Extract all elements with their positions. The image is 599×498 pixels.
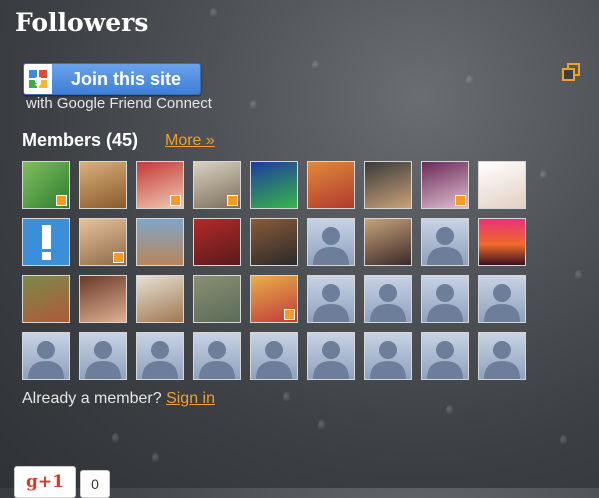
member-avatar[interactable]: [478, 332, 526, 380]
member-avatar[interactable]: [193, 218, 241, 266]
member-avatar[interactable]: [193, 332, 241, 380]
member-avatar[interactable]: [421, 161, 469, 209]
member-avatar[interactable]: [364, 218, 412, 266]
join-subtext: with Google Friend Connect: [26, 95, 212, 112]
member-avatar[interactable]: [22, 161, 70, 209]
member-avatar[interactable]: [307, 218, 355, 266]
member-avatar[interactable]: [22, 218, 70, 266]
member-avatar[interactable]: [79, 161, 127, 209]
member-badge-icon: [56, 195, 67, 206]
member-avatar[interactable]: [250, 218, 298, 266]
member-avatar[interactable]: [421, 332, 469, 380]
default-avatar-icon: [427, 227, 463, 265]
join-button-label: Join this site: [52, 64, 200, 94]
member-avatar[interactable]: [136, 332, 184, 380]
default-avatar-icon: [199, 341, 235, 379]
member-avatar[interactable]: [364, 275, 412, 323]
default-avatar-icon: [370, 341, 406, 379]
member-badge-icon: [284, 309, 295, 320]
member-badge-icon: [455, 195, 466, 206]
member-avatar[interactable]: [193, 161, 241, 209]
member-badge-icon: [170, 195, 181, 206]
member-avatar[interactable]: [136, 275, 184, 323]
svg-text:g: g: [34, 73, 41, 87]
member-avatar[interactable]: [79, 218, 127, 266]
plus-one-count: 0: [80, 470, 110, 498]
join-site-button[interactable]: g Join this site: [23, 63, 201, 95]
member-avatar[interactable]: [250, 275, 298, 323]
member-avatar[interactable]: [478, 161, 526, 209]
google-plus-one-button[interactable]: g+1: [14, 466, 76, 498]
member-avatar[interactable]: [478, 218, 526, 266]
default-avatar-icon: [313, 227, 349, 265]
member-avatar[interactable]: [364, 161, 412, 209]
member-avatar[interactable]: [79, 275, 127, 323]
member-avatar[interactable]: [307, 275, 355, 323]
default-avatar-icon: [256, 341, 292, 379]
members-count-label: Members (45): [22, 130, 139, 150]
member-avatar[interactable]: [478, 275, 526, 323]
member-avatar[interactable]: [136, 218, 184, 266]
member-badge-icon: [113, 252, 124, 263]
members-grid: [22, 161, 529, 381]
default-avatar-icon: [313, 284, 349, 322]
member-avatar[interactable]: [307, 161, 355, 209]
default-avatar-icon: [427, 284, 463, 322]
sign-in-link[interactable]: Sign in: [166, 390, 215, 407]
default-avatar-icon: [142, 341, 178, 379]
member-avatar[interactable]: [136, 161, 184, 209]
google-plus-one-label: g+1: [26, 472, 64, 492]
member-avatar[interactable]: [421, 275, 469, 323]
default-avatar-icon: [28, 341, 64, 379]
member-avatar[interactable]: [421, 218, 469, 266]
member-avatar[interactable]: [307, 332, 355, 380]
more-members-link[interactable]: More »: [165, 132, 215, 150]
member-badge-icon: [227, 195, 238, 206]
widget-title: Followers: [15, 8, 149, 37]
default-avatar-icon: [427, 341, 463, 379]
member-avatar[interactable]: [250, 332, 298, 380]
member-avatar[interactable]: [364, 332, 412, 380]
member-avatar[interactable]: [79, 332, 127, 380]
default-avatar-icon: [484, 284, 520, 322]
already-member-text: Already a member?: [22, 390, 162, 407]
already-member-line: Already a member? Sign in: [22, 390, 215, 408]
default-avatar-icon: [85, 341, 121, 379]
member-avatar[interactable]: [250, 161, 298, 209]
popout-icon[interactable]: [562, 63, 580, 81]
google-friend-connect-icon: g: [24, 64, 52, 94]
member-avatar[interactable]: [22, 275, 70, 323]
exclamation-icon: [42, 225, 51, 260]
default-avatar-icon: [484, 341, 520, 379]
default-avatar-icon: [370, 284, 406, 322]
member-avatar[interactable]: [22, 332, 70, 380]
default-avatar-icon: [313, 341, 349, 379]
member-avatar[interactable]: [193, 275, 241, 323]
